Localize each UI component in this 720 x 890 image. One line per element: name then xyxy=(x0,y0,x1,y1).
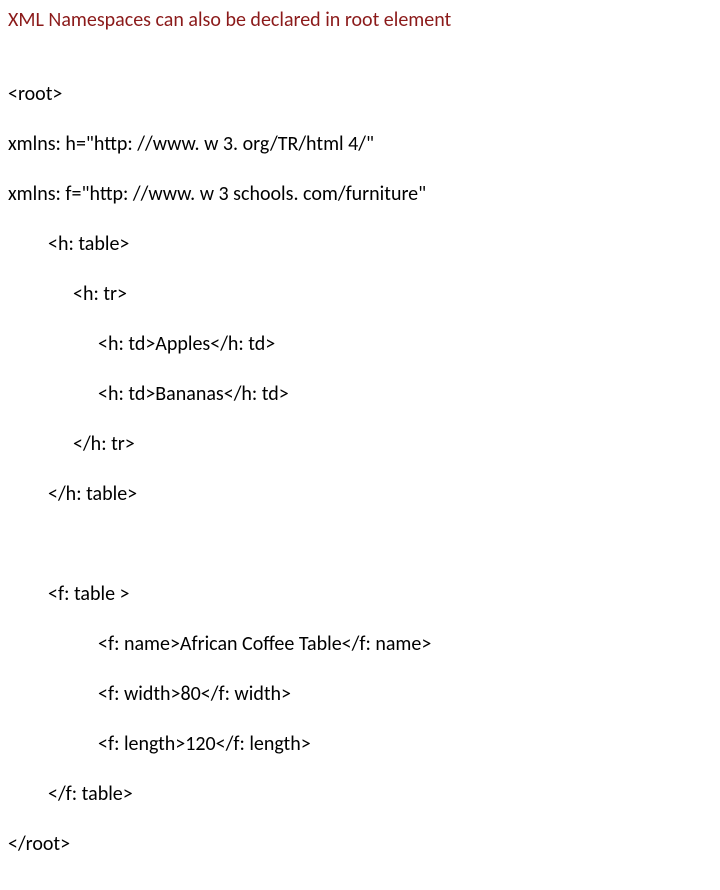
code-line: <h: tr> xyxy=(8,282,712,307)
code-line: <h: table> xyxy=(8,232,712,257)
code-line: </f: table> xyxy=(8,782,712,807)
code-line: <f: length>120</f: length> xyxy=(8,732,712,757)
code-line: <root> xyxy=(8,82,712,107)
code-line: </root> xyxy=(8,832,712,857)
code-line: <h: td>Bananas</h: td> xyxy=(8,382,712,407)
code-line: xmlns: f="http: //www. w 3 schools. com/… xyxy=(8,182,712,207)
slide-heading: XML Namespaces can also be declared in r… xyxy=(8,8,712,33)
blank-line xyxy=(8,532,712,557)
code-line: </h: table> xyxy=(8,482,712,507)
code-block: <root> xmlns: h="http: //www. w 3. org/T… xyxy=(8,57,712,882)
code-line: <f: name>African Coffee Table</f: name> xyxy=(8,632,712,657)
code-line: <h: td>Apples</h: td> xyxy=(8,332,712,357)
code-line: <f: table > xyxy=(8,582,712,607)
code-line: <f: width>80</f: width> xyxy=(8,682,712,707)
code-line: </h: tr> xyxy=(8,432,712,457)
code-line: xmlns: h="http: //www. w 3. org/TR/html … xyxy=(8,132,712,157)
